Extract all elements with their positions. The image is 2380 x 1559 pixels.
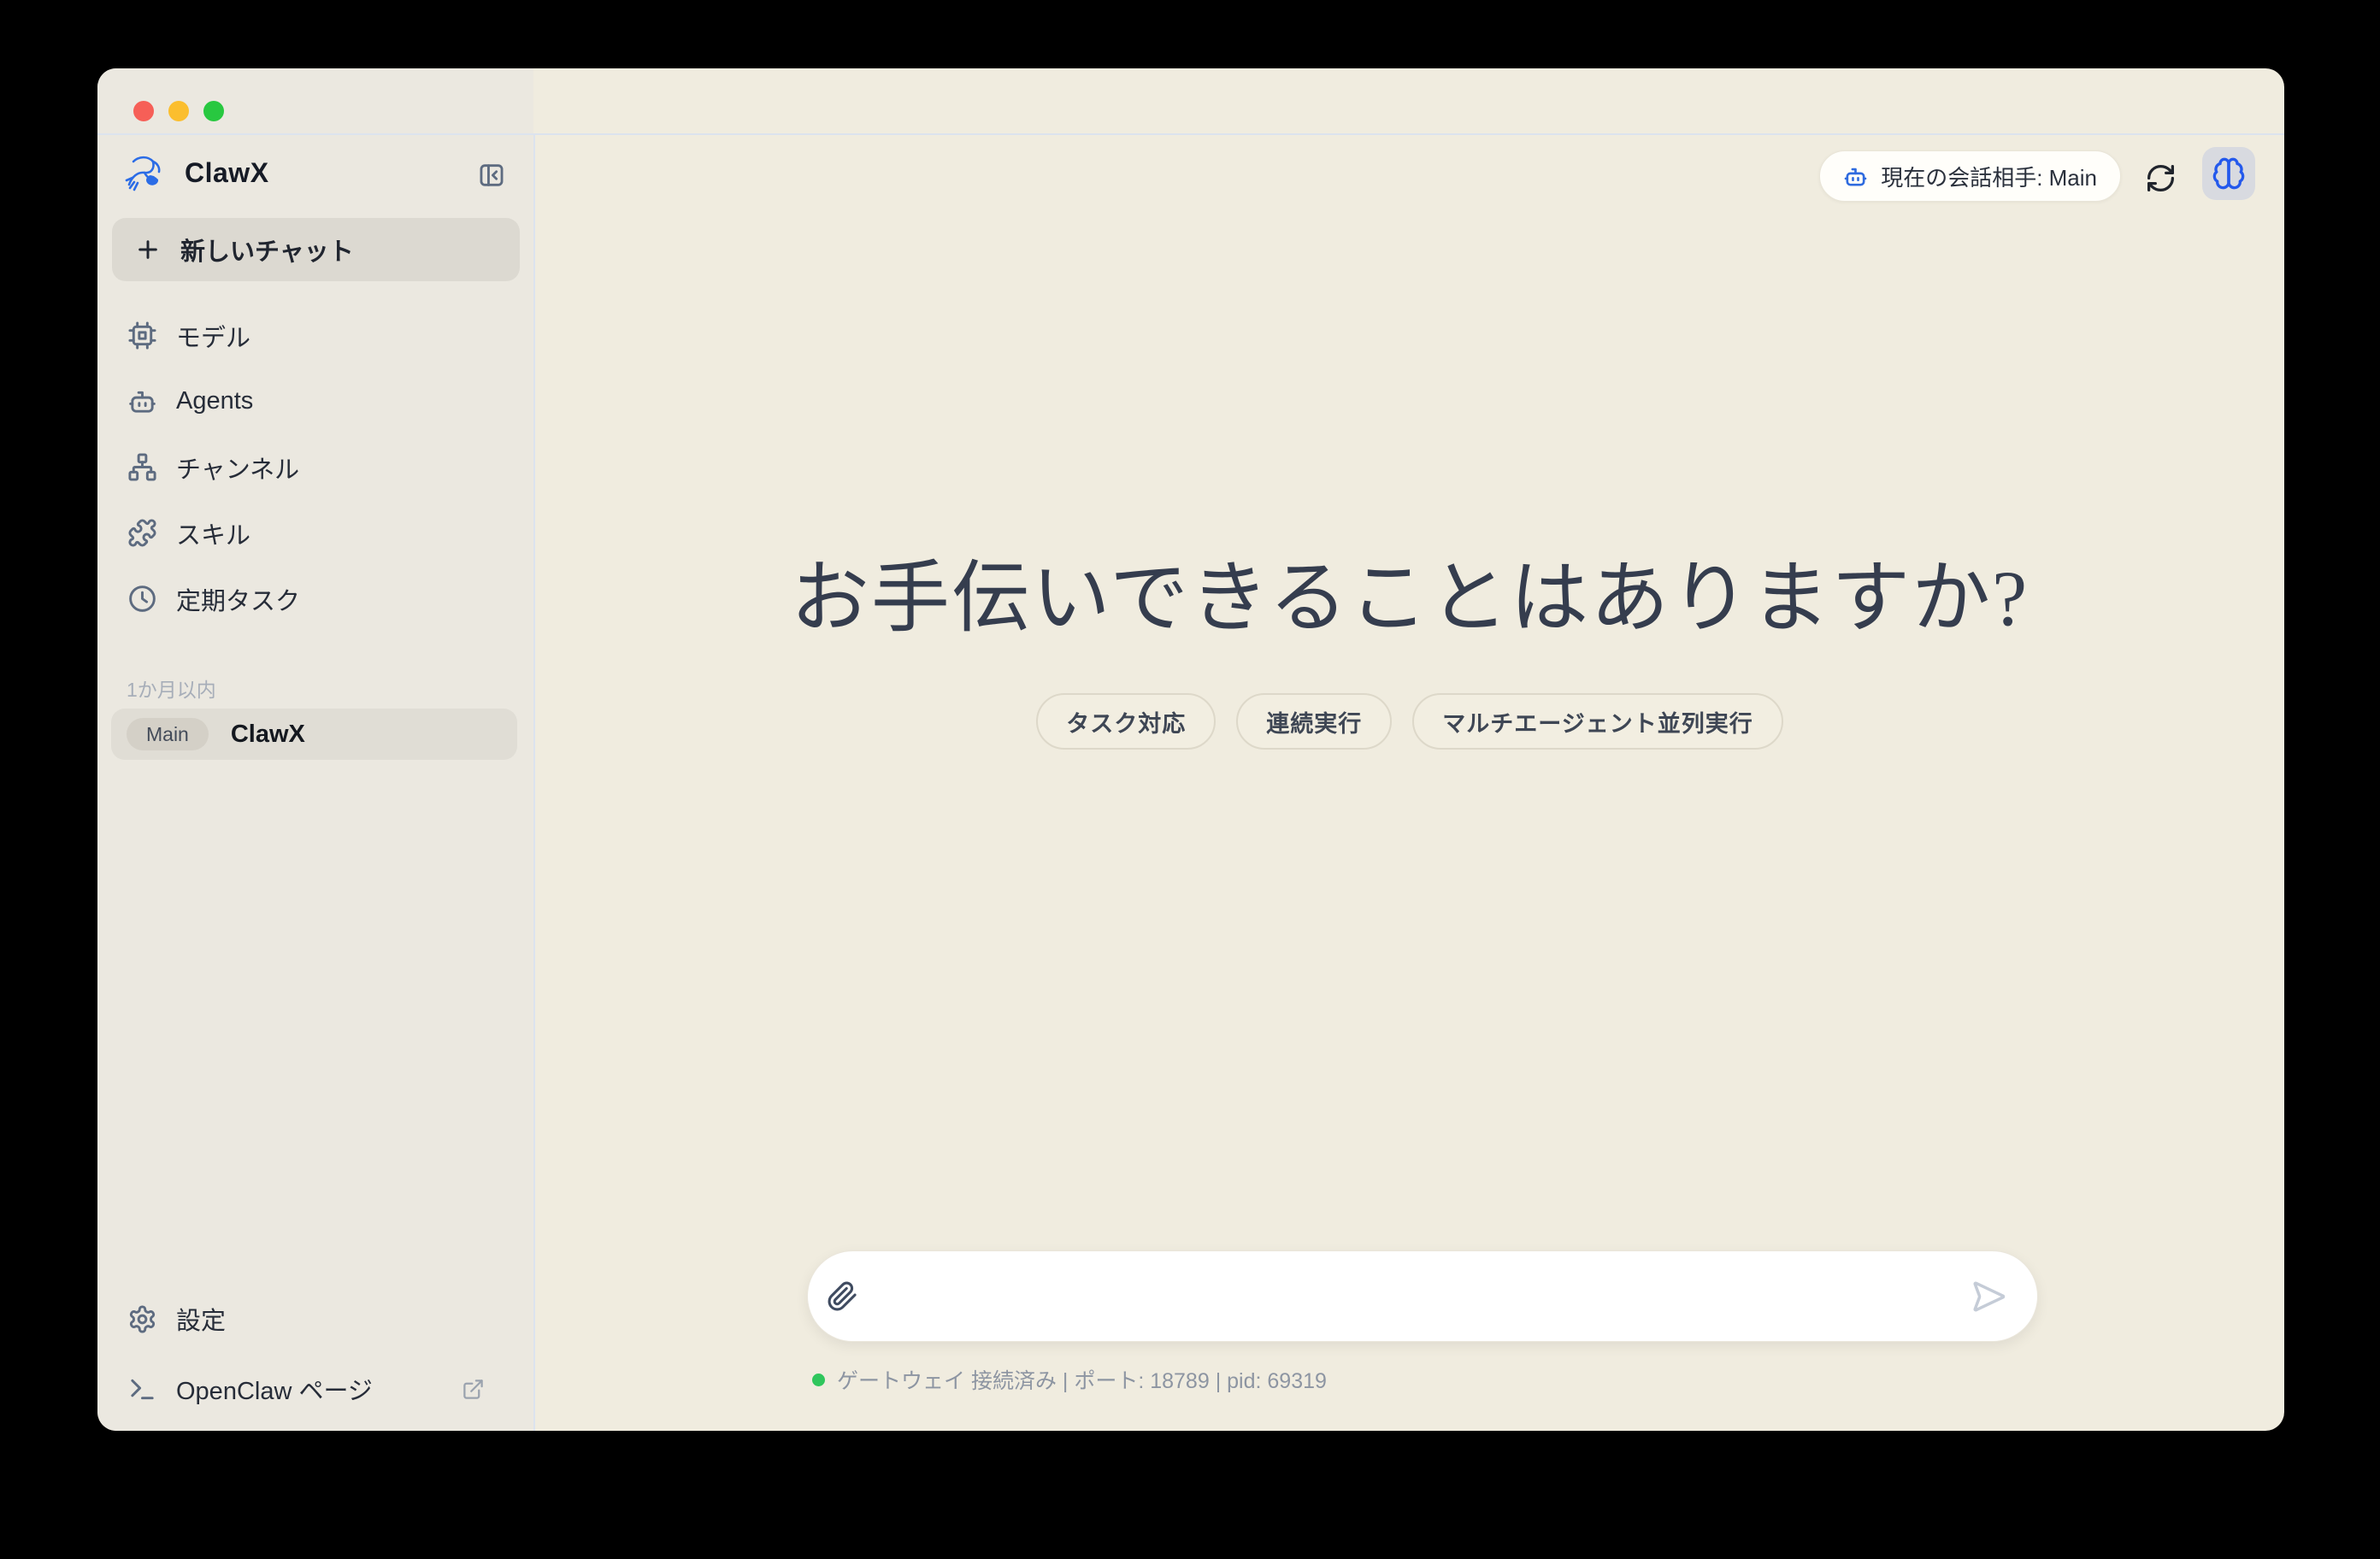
suggestion-chip-multiagent[interactable]: マルチエージェント並列実行 [1412,693,1782,750]
puzzle-icon [127,518,157,548]
sidebar-item-label: 設定 [176,1301,226,1337]
sidebar-item-models[interactable]: モデル [112,303,520,368]
clock-icon [127,584,157,614]
status-dot [812,1374,825,1386]
titlebar-divider [97,133,2284,135]
paperclip-icon[interactable] [827,1280,858,1312]
lobster-logo-icon [121,152,166,193]
sidebar-item-channels[interactable]: チャンネル [112,434,520,500]
current-agent-label: 現在の会話相手: Main [1881,161,2097,192]
app-window: ClawX 新しいチャット モデル [97,68,2284,1431]
plus-icon [134,236,162,263]
window-controls [133,101,224,121]
sidebar-item-openclaw-page[interactable]: OpenClaw ページ [112,1362,520,1416]
cpu-icon [127,321,157,350]
sidebar-item-label: モデル [176,318,250,354]
suggestion-chip-task[interactable]: タスク対応 [1036,693,1216,750]
history-section-label: 1か月以内 [127,674,216,703]
current-agent-pill[interactable]: 現在の会話相手: Main [1819,150,2121,202]
close-button[interactable] [133,101,154,121]
network-icon [127,452,157,482]
gear-icon [127,1304,157,1334]
suggestion-chip-continuous[interactable]: 連続実行 [1236,693,1392,750]
sidebar-item-label: スキル [176,515,250,551]
sidebar-item-agents[interactable]: Agents [112,368,520,434]
sidebar-item-scheduled-tasks[interactable]: 定期タスク [112,566,520,632]
zoom-button[interactable] [203,101,224,121]
history-label: ClawX [231,721,305,749]
terminal-icon [127,1374,157,1404]
brand-name: ClawX [185,157,269,189]
sidebar-item-label: チャンネル [176,450,299,485]
sidebar-item-settings[interactable]: 設定 [112,1291,520,1346]
sidebar-item-label: Agents [176,387,253,415]
sidebar-divider [533,135,535,1431]
history-badge: Main [127,718,209,750]
gateway-status: ゲートウェイ 接続済み | ポート: 18789 | pid: 69319 [812,1364,1327,1395]
sidebar-nav: モデル Agents チャンネル [112,303,520,632]
brain-icon [2212,156,2246,191]
refresh-icon[interactable] [2145,162,2177,194]
sidebar-item-label: 定期タスク [176,581,300,617]
bot-icon [127,386,157,416]
brand: ClawX [121,152,269,193]
new-chat-button[interactable]: 新しいチャット [112,218,520,281]
sidebar-item-label: OpenClaw ページ [176,1371,373,1407]
suggestion-chips: タスク対応 連続実行 マルチエージェント並列実行 [535,693,2284,750]
minimize-button[interactable] [168,101,189,121]
robot-icon [1843,164,1868,189]
brain-button[interactable] [2202,147,2255,200]
welcome-heading: お手伝いできることはありますか? [535,556,2284,642]
panel-collapse-icon[interactable] [477,161,506,190]
send-icon[interactable] [1971,1279,2006,1315]
new-chat-label: 新しいチャット [180,232,354,268]
message-input[interactable] [874,1262,1955,1331]
sidebar-content: ClawX 新しいチャット モデル [97,135,533,1431]
chat-history-item[interactable]: Main ClawX [111,709,517,760]
sidebar-item-skills[interactable]: スキル [112,500,520,566]
status-text: ゲートウェイ 接続済み | ポート: 18789 | pid: 69319 [837,1364,1327,1395]
main-area: 現在の会話相手: Main お手伝いできることはありますか? タスク対応 連続実… [535,135,2284,1431]
external-link-icon [462,1378,485,1401]
message-composer [807,1250,2038,1342]
